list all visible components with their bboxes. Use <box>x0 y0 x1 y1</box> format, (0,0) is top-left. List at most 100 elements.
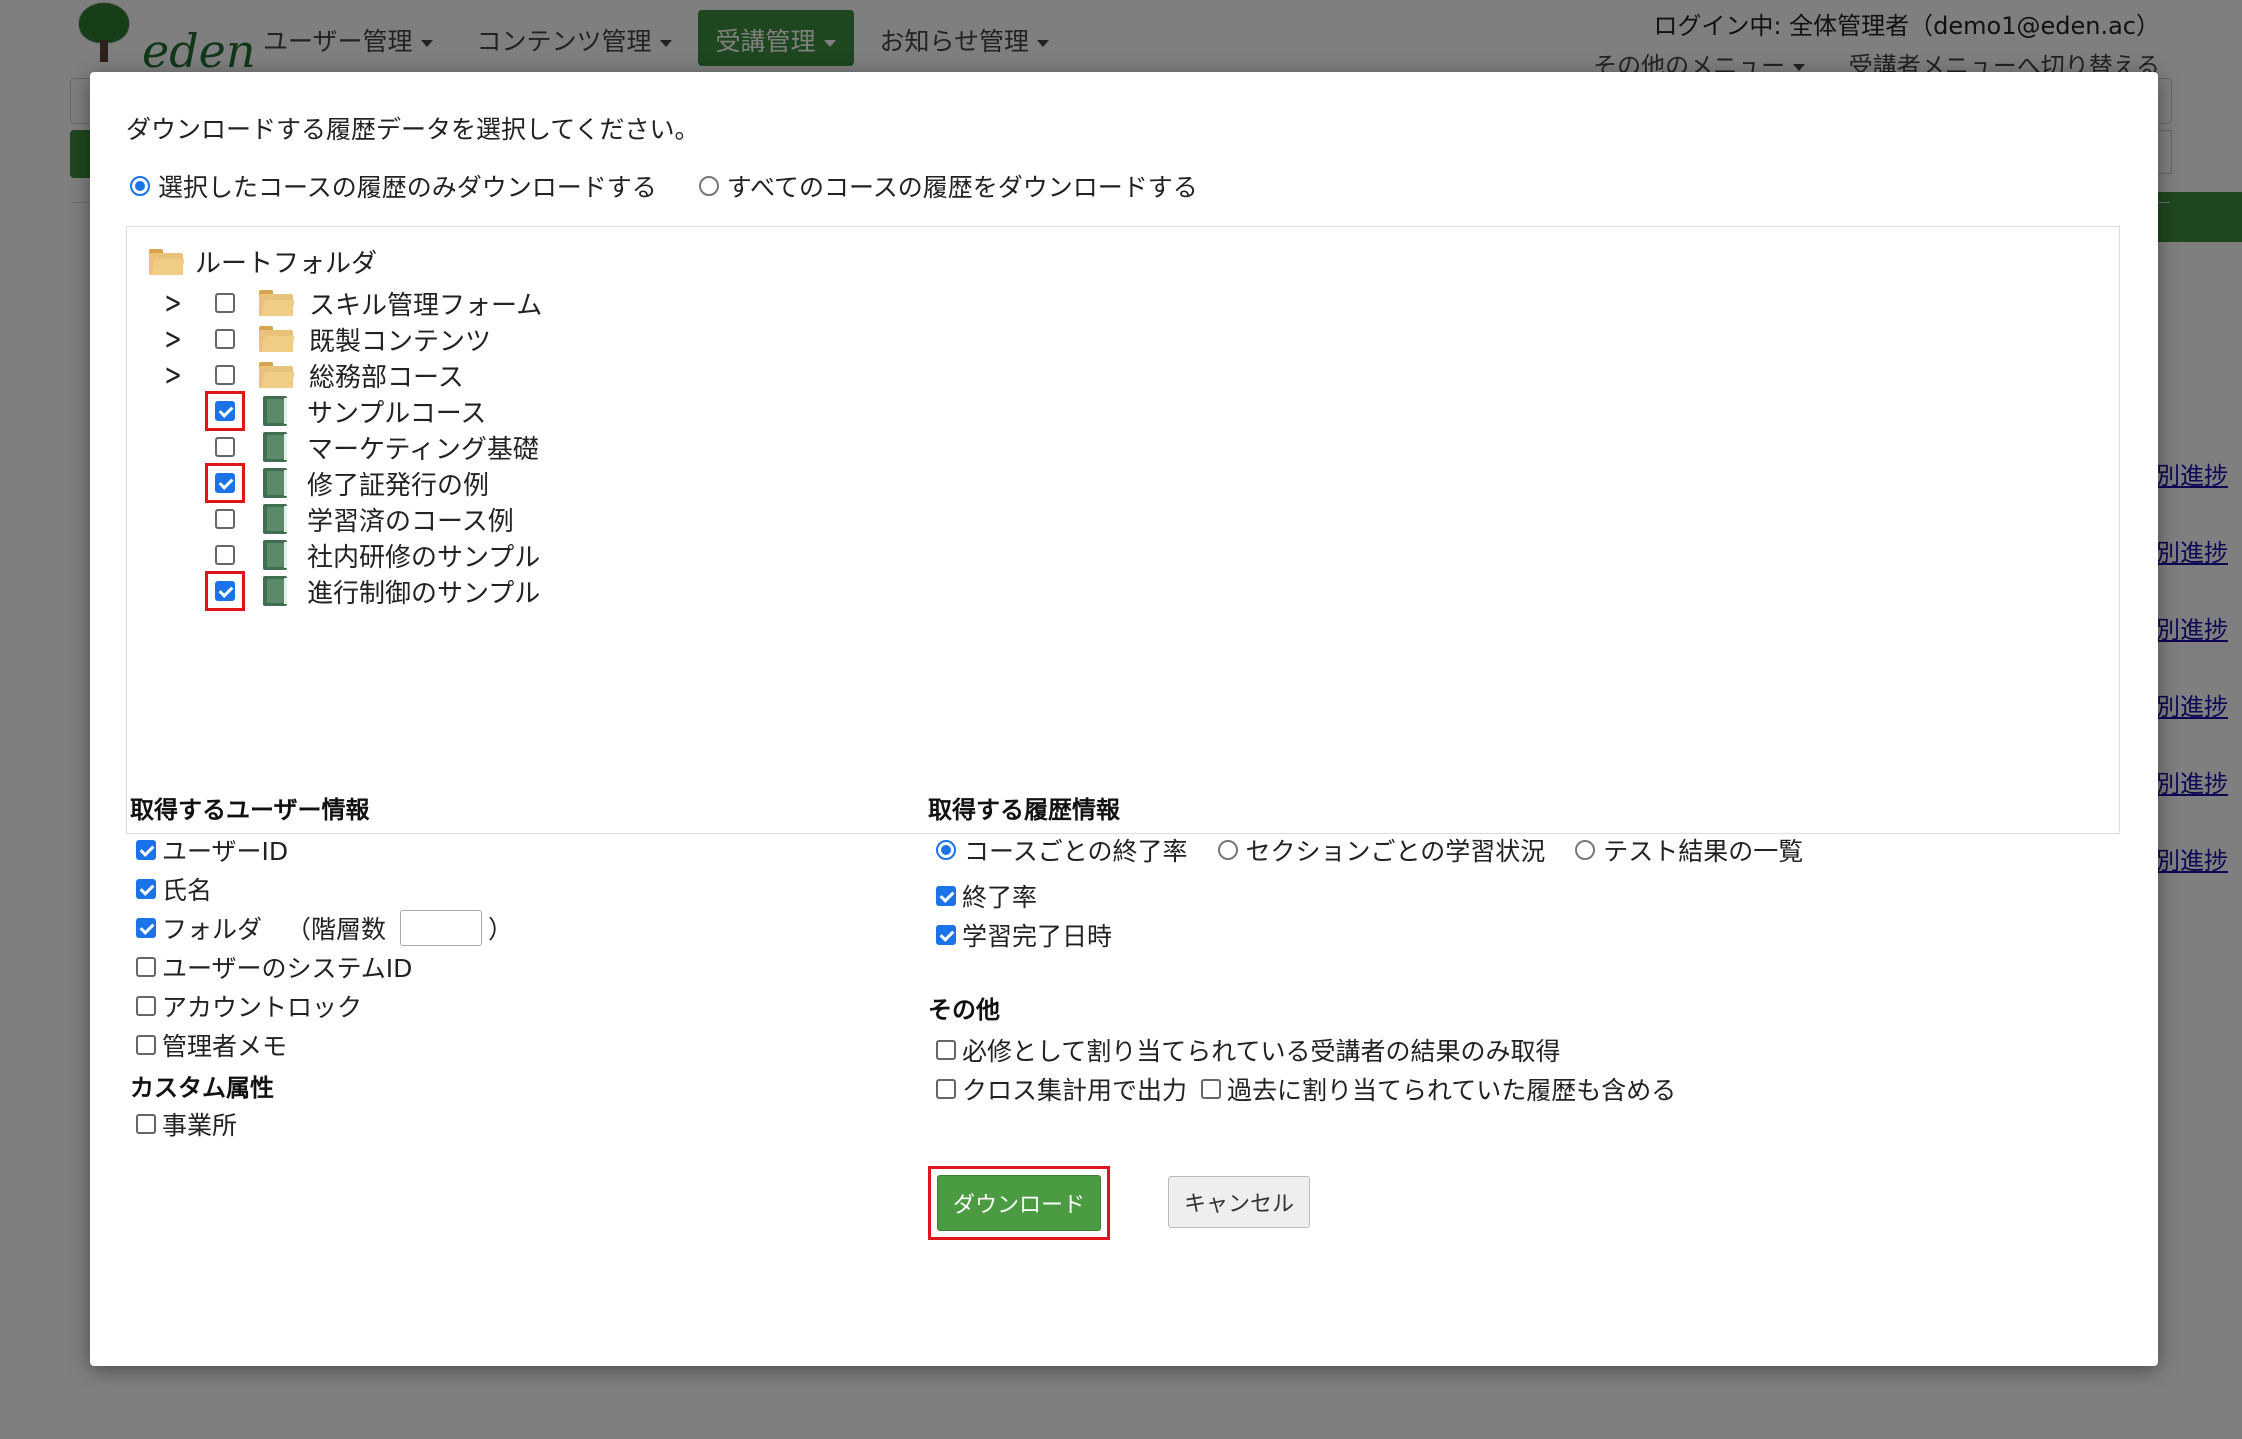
history-info-heading: 取得する履歴情報 <box>928 796 1120 824</box>
account-lock-label: アカウントロック <box>162 993 363 1022</box>
completion-time-checkbox[interactable] <box>936 925 956 945</box>
tree-item-folder: > 総務部コース <box>127 355 464 395</box>
cross-tab-label: クロス集計用で出力 <box>962 1076 1188 1105</box>
tree-item-label[interactable]: 総務部コース <box>309 357 464 394</box>
folder-option[interactable]: フォルダ （階層数 ） <box>136 910 513 946</box>
cross-tab-checkbox[interactable] <box>936 1079 956 1099</box>
download-history-modal: ダウンロードする履歴データを選択してください。 選択したコースの履歴のみダウンロ… <box>90 72 2158 1366</box>
admin-memo-checkbox[interactable] <box>136 1035 156 1055</box>
test-results-option[interactable]: テスト結果の一覧 <box>1575 832 1803 868</box>
user-id-checkbox[interactable] <box>136 840 156 860</box>
folder-open-icon <box>149 248 185 275</box>
scope-selected-option[interactable]: 選択したコースの履歴のみダウンロードする <box>130 168 657 204</box>
scope-all-option[interactable]: すべてのコースの履歴をダウンロードする <box>698 168 1198 204</box>
tree-item-course: 社内研修のサンプル <box>127 535 540 575</box>
tree-checkbox-slot <box>205 535 245 575</box>
course-book-icon <box>263 468 287 498</box>
tree-item-checkbox[interactable] <box>215 509 235 529</box>
system-id-option[interactable]: ユーザーのシステムID <box>136 949 412 985</box>
depth-close-paren: ） <box>488 915 514 944</box>
cross-tab-option[interactable]: クロス集計用で出力 <box>936 1071 1187 1107</box>
tree-item-checkbox[interactable] <box>215 401 235 421</box>
test-results-radio[interactable] <box>1575 840 1596 860</box>
name-checkbox[interactable] <box>136 879 156 899</box>
tree-item-label[interactable]: 学習済のコース例 <box>307 501 514 538</box>
chevron-right-icon[interactable]: > <box>159 358 187 393</box>
account-lock-checkbox[interactable] <box>136 996 156 1016</box>
scope-all-label: すべてのコースの履歴をダウンロードする <box>726 173 1198 202</box>
completion-time-label: 学習完了日時 <box>962 922 1113 951</box>
tree-item-label[interactable]: スキル管理フォーム <box>309 285 542 322</box>
account-lock-option[interactable]: アカウントロック <box>136 988 362 1024</box>
tree-checkbox-slot-highlighted <box>205 571 245 611</box>
per-section-label: セクションごとの学習状況 <box>1245 837 1546 866</box>
tree-item-label[interactable]: サンプルコース <box>307 393 486 430</box>
tree-checkbox-slot <box>205 499 245 539</box>
tree-item-checkbox[interactable] <box>215 581 235 601</box>
required-only-checkbox[interactable] <box>936 1040 956 1060</box>
include-past-option[interactable]: 過去に割り当てられていた履歴も含める <box>1201 1071 1676 1107</box>
per-section-radio[interactable] <box>1217 840 1238 860</box>
course-book-icon <box>263 576 287 606</box>
depth-input[interactable] <box>400 910 483 946</box>
history-type-radios: コースごとの終了率 セクションごとの学習状況 テスト結果の一覧 <box>936 832 1803 868</box>
admin-memo-option[interactable]: 管理者メモ <box>136 1027 287 1063</box>
tree-item-course: 修了証発行の例 <box>127 463 489 503</box>
tree-item-checkbox[interactable] <box>215 365 235 385</box>
download-button[interactable]: ダウンロード <box>937 1175 1101 1231</box>
scope-selected-label: 選択したコースの履歴のみダウンロードする <box>158 173 657 202</box>
required-only-option[interactable]: 必修として割り当てられている受講者の結果のみ取得 <box>936 1032 1561 1068</box>
chevron-right-icon[interactable]: > <box>159 286 187 321</box>
completion-rate-label: 終了率 <box>962 883 1038 912</box>
tree-item-checkbox[interactable] <box>215 545 235 565</box>
per-course-option[interactable]: コースごとの終了率 <box>936 832 1188 868</box>
required-only-label: 必修として割り当てられている受講者の結果のみ取得 <box>962 1037 1561 1066</box>
office-option[interactable]: 事業所 <box>136 1106 237 1142</box>
course-book-icon <box>263 540 287 570</box>
tree-checkbox-slot <box>205 355 245 395</box>
custom-attr-heading: カスタム属性 <box>130 1074 274 1102</box>
tree-item-label[interactable]: マーケティング基礎 <box>307 429 539 466</box>
include-past-checkbox[interactable] <box>1201 1079 1222 1099</box>
tree-item-course: 学習済のコース例 <box>127 499 514 539</box>
chevron-right-icon[interactable]: > <box>159 322 187 357</box>
tree-item-checkbox[interactable] <box>215 293 235 313</box>
completion-rate-option[interactable]: 終了率 <box>936 878 1037 914</box>
tree-item-label[interactable]: 社内研修のサンプル <box>307 537 540 574</box>
course-book-icon <box>263 396 287 426</box>
tree-item-course: サンプルコース <box>127 391 486 431</box>
tree-root: ルートフォルダ <box>149 243 377 280</box>
folder-icon <box>259 290 295 316</box>
tree-item-checkbox[interactable] <box>215 473 235 493</box>
office-checkbox[interactable] <box>136 1114 156 1134</box>
tree-item-checkbox[interactable] <box>215 329 235 349</box>
cancel-button[interactable]: キャンセル <box>1168 1176 1310 1228</box>
tree-item-label[interactable]: 既製コンテンツ <box>309 321 491 358</box>
system-id-checkbox[interactable] <box>136 957 156 977</box>
include-past-label: 過去に割り当てられていた履歴も含める <box>1227 1076 1677 1105</box>
folder-icon <box>259 362 295 388</box>
test-results-label: テスト結果の一覧 <box>1603 837 1804 866</box>
modal-intro-text: ダウンロードする履歴データを選択してください。 <box>126 115 700 144</box>
tree-checkbox-slot <box>205 427 245 467</box>
admin-memo-label: 管理者メモ <box>162 1032 288 1061</box>
folder-checkbox[interactable] <box>136 918 156 938</box>
scope-selected-radio[interactable] <box>130 176 150 196</box>
user-id-option[interactable]: ユーザーID <box>136 832 288 868</box>
per-course-radio[interactable] <box>936 840 956 860</box>
per-course-label: コースごとの終了率 <box>964 837 1188 866</box>
course-book-icon <box>263 504 287 534</box>
tree-item-checkbox[interactable] <box>215 437 235 457</box>
tree-root-label: ルートフォルダ <box>195 249 378 279</box>
per-section-option[interactable]: セクションごとの学習状況 <box>1217 832 1546 868</box>
tree-item-label[interactable]: 修了証発行の例 <box>307 465 489 502</box>
tree-item-label[interactable]: 進行制御のサンプル <box>307 573 540 610</box>
scope-all-radio[interactable] <box>698 176 719 196</box>
tree-item-folder: > スキル管理フォーム <box>127 283 542 323</box>
system-id-label: ユーザーのシステムID <box>162 954 413 983</box>
name-option[interactable]: 氏名 <box>136 871 212 907</box>
completion-rate-checkbox[interactable] <box>936 886 956 906</box>
tree-checkbox-slot <box>205 283 245 323</box>
completion-time-option[interactable]: 学習完了日時 <box>936 917 1112 953</box>
download-button-highlight: ダウンロード <box>928 1166 1110 1240</box>
